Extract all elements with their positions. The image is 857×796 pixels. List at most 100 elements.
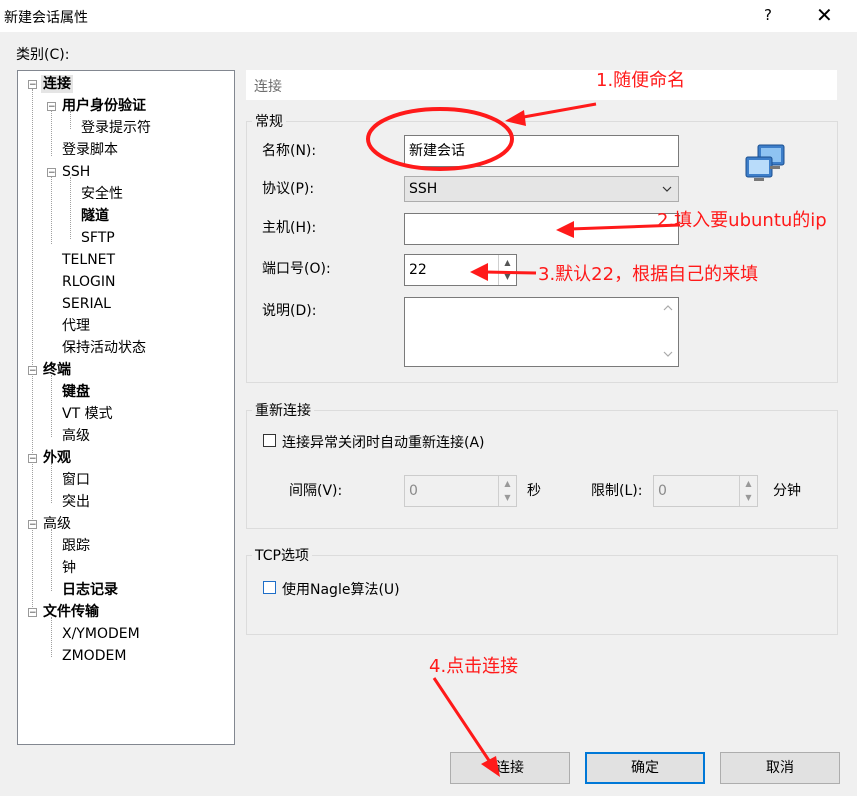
nagle-checkbox[interactable] [263, 581, 276, 594]
spin-up-icon: ▲ [745, 479, 752, 488]
limit-field: 0 ▲ ▼ [653, 475, 758, 507]
collapse-icon[interactable]: − [28, 366, 37, 376]
reconnect-group-title: 重新连接 [252, 400, 314, 420]
tree-line [51, 463, 52, 503]
category-label: 类别(C): [16, 47, 70, 63]
interval-field: 0 ▲ ▼ [404, 475, 517, 507]
tree-item-login-script[interactable]: 登录脚本 [62, 141, 118, 159]
help-icon[interactable]: ? [764, 6, 772, 24]
general-group-title: 常规 [252, 111, 286, 131]
category-tree[interactable]: − 连接 − 用户身份验证 登录提示符 登录脚本 − SSH 安全性 隧道 SF… [17, 70, 235, 745]
port-spinner[interactable]: ▲ ▼ [498, 255, 516, 285]
tree-item-terminal-advanced[interactable]: 高级 [62, 427, 90, 445]
tree-item-zmodem[interactable]: ZMODEM [62, 647, 126, 665]
limit-unit: 分钟 [773, 483, 801, 499]
tree-item-window[interactable]: 窗口 [62, 471, 90, 489]
annotation-step-3: 3.默认22，根据自己的来填 [538, 264, 759, 285]
host-field[interactable] [404, 213, 679, 245]
interval-unit: 秒 [527, 483, 541, 499]
protocol-value: SSH [409, 181, 438, 197]
description-scrollbar[interactable] [658, 298, 678, 366]
scroll-up-icon[interactable] [663, 304, 673, 312]
tree-item-keepalive[interactable]: 保持活动状态 [62, 339, 146, 357]
tree-item-connection[interactable]: 连接 [41, 75, 73, 93]
tree-item-login-prompt[interactable]: 登录提示符 [81, 119, 151, 137]
collapse-icon[interactable]: − [47, 168, 56, 178]
tree-item-ssh[interactable]: SSH [62, 163, 90, 181]
tree-item-proxy[interactable]: 代理 [62, 317, 90, 335]
port-value: 22 [409, 262, 427, 278]
title-bar [0, 0, 857, 32]
tree-item-rlogin[interactable]: RLOGIN [62, 273, 116, 291]
tree-item-xymodem[interactable]: X/YMODEM [62, 625, 140, 643]
interval-spinner: ▲ ▼ [498, 476, 516, 506]
annotation-step-2: 2.填入要ubuntu的ip [657, 210, 827, 231]
tree-item-logging[interactable]: 日志记录 [62, 581, 118, 599]
reconnect-group [246, 410, 838, 529]
tree-line [51, 529, 52, 591]
collapse-icon[interactable]: − [28, 454, 37, 464]
port-field[interactable]: 22 ▲ ▼ [404, 254, 517, 286]
name-label: 名称(N): [262, 143, 317, 159]
annotation-arrow-1 [517, 102, 597, 120]
limit-value: 0 [658, 483, 667, 499]
spin-up-icon: ▲ [504, 479, 511, 488]
scroll-down-icon[interactable] [663, 350, 673, 358]
limit-label: 限制(L): [591, 483, 643, 499]
tree-line [32, 89, 33, 609]
tree-line [51, 617, 52, 657]
spin-down-icon: ▼ [745, 493, 752, 502]
tree-line [51, 177, 52, 244]
ok-button[interactable]: 确定 [585, 752, 705, 784]
nagle-label: 使用Nagle算法(U) [282, 582, 400, 598]
interval-label: 间隔(V): [289, 483, 343, 499]
tree-item-keyboard[interactable]: 键盘 [62, 383, 90, 401]
collapse-icon[interactable]: − [28, 80, 37, 90]
tree-item-security[interactable]: 安全性 [81, 185, 123, 203]
collapse-icon[interactable]: − [28, 520, 37, 530]
window-title: 新建会话属性 [4, 10, 88, 26]
tree-item-serial[interactable]: SERIAL [62, 295, 111, 313]
connect-button[interactable]: 连接 [450, 752, 570, 784]
auto-reconnect-label: 连接异常关闭时自动重新连接(A) [282, 435, 485, 451]
description-field[interactable] [404, 297, 679, 367]
tree-item-sftp[interactable]: SFTP [81, 229, 115, 247]
interval-value: 0 [409, 483, 418, 499]
name-field[interactable]: 新建会话 [404, 135, 679, 167]
host-label: 主机(H): [262, 220, 317, 236]
tree-item-highlight[interactable]: 突出 [62, 493, 90, 511]
chevron-down-icon [662, 186, 672, 192]
protocol-label: 协议(P): [262, 181, 315, 197]
collapse-icon[interactable]: − [47, 102, 56, 112]
tree-item-advanced[interactable]: 高级 [43, 515, 71, 533]
tree-item-appearance[interactable]: 外观 [43, 449, 71, 467]
spin-down-icon[interactable]: ▼ [499, 270, 516, 283]
desc-label: 说明(D): [262, 303, 317, 319]
annotation-arrow-4 [432, 677, 492, 763]
collapse-icon[interactable]: − [28, 608, 37, 618]
tree-line [51, 111, 52, 156]
panel-header: 连接 [246, 70, 837, 100]
tree-item-file-transfer[interactable]: 文件传输 [43, 603, 99, 621]
spin-up-icon[interactable]: ▲ [499, 256, 516, 269]
panel-header-title: 连接 [254, 79, 282, 95]
spin-down-icon: ▼ [504, 493, 511, 502]
auto-reconnect-checkbox[interactable] [263, 434, 276, 447]
port-label: 端口号(O): [262, 261, 331, 277]
tree-line [51, 375, 52, 437]
tree-item-trace[interactable]: 跟踪 [62, 537, 90, 555]
cancel-button[interactable]: 取消 [720, 752, 840, 784]
close-icon[interactable]: ✕ [816, 3, 833, 27]
tree-item-user-auth[interactable]: 用户身份验证 [62, 97, 146, 115]
tree-item-tunnel[interactable]: 隧道 [81, 207, 109, 225]
tree-item-terminal[interactable]: 终端 [43, 361, 71, 379]
sessions-icon [745, 144, 785, 181]
tree-item-vt-mode[interactable]: VT 模式 [62, 405, 113, 423]
annotation-step-1: 1.随便命名 [596, 70, 686, 91]
annotation-step-4: 4.点击连接 [429, 656, 519, 677]
protocol-select[interactable]: SSH [404, 176, 679, 202]
limit-spinner: ▲ ▼ [739, 476, 757, 506]
tree-item-bell[interactable]: 钟 [62, 559, 76, 577]
tree-line [70, 177, 71, 239]
tree-item-telnet[interactable]: TELNET [62, 251, 115, 269]
